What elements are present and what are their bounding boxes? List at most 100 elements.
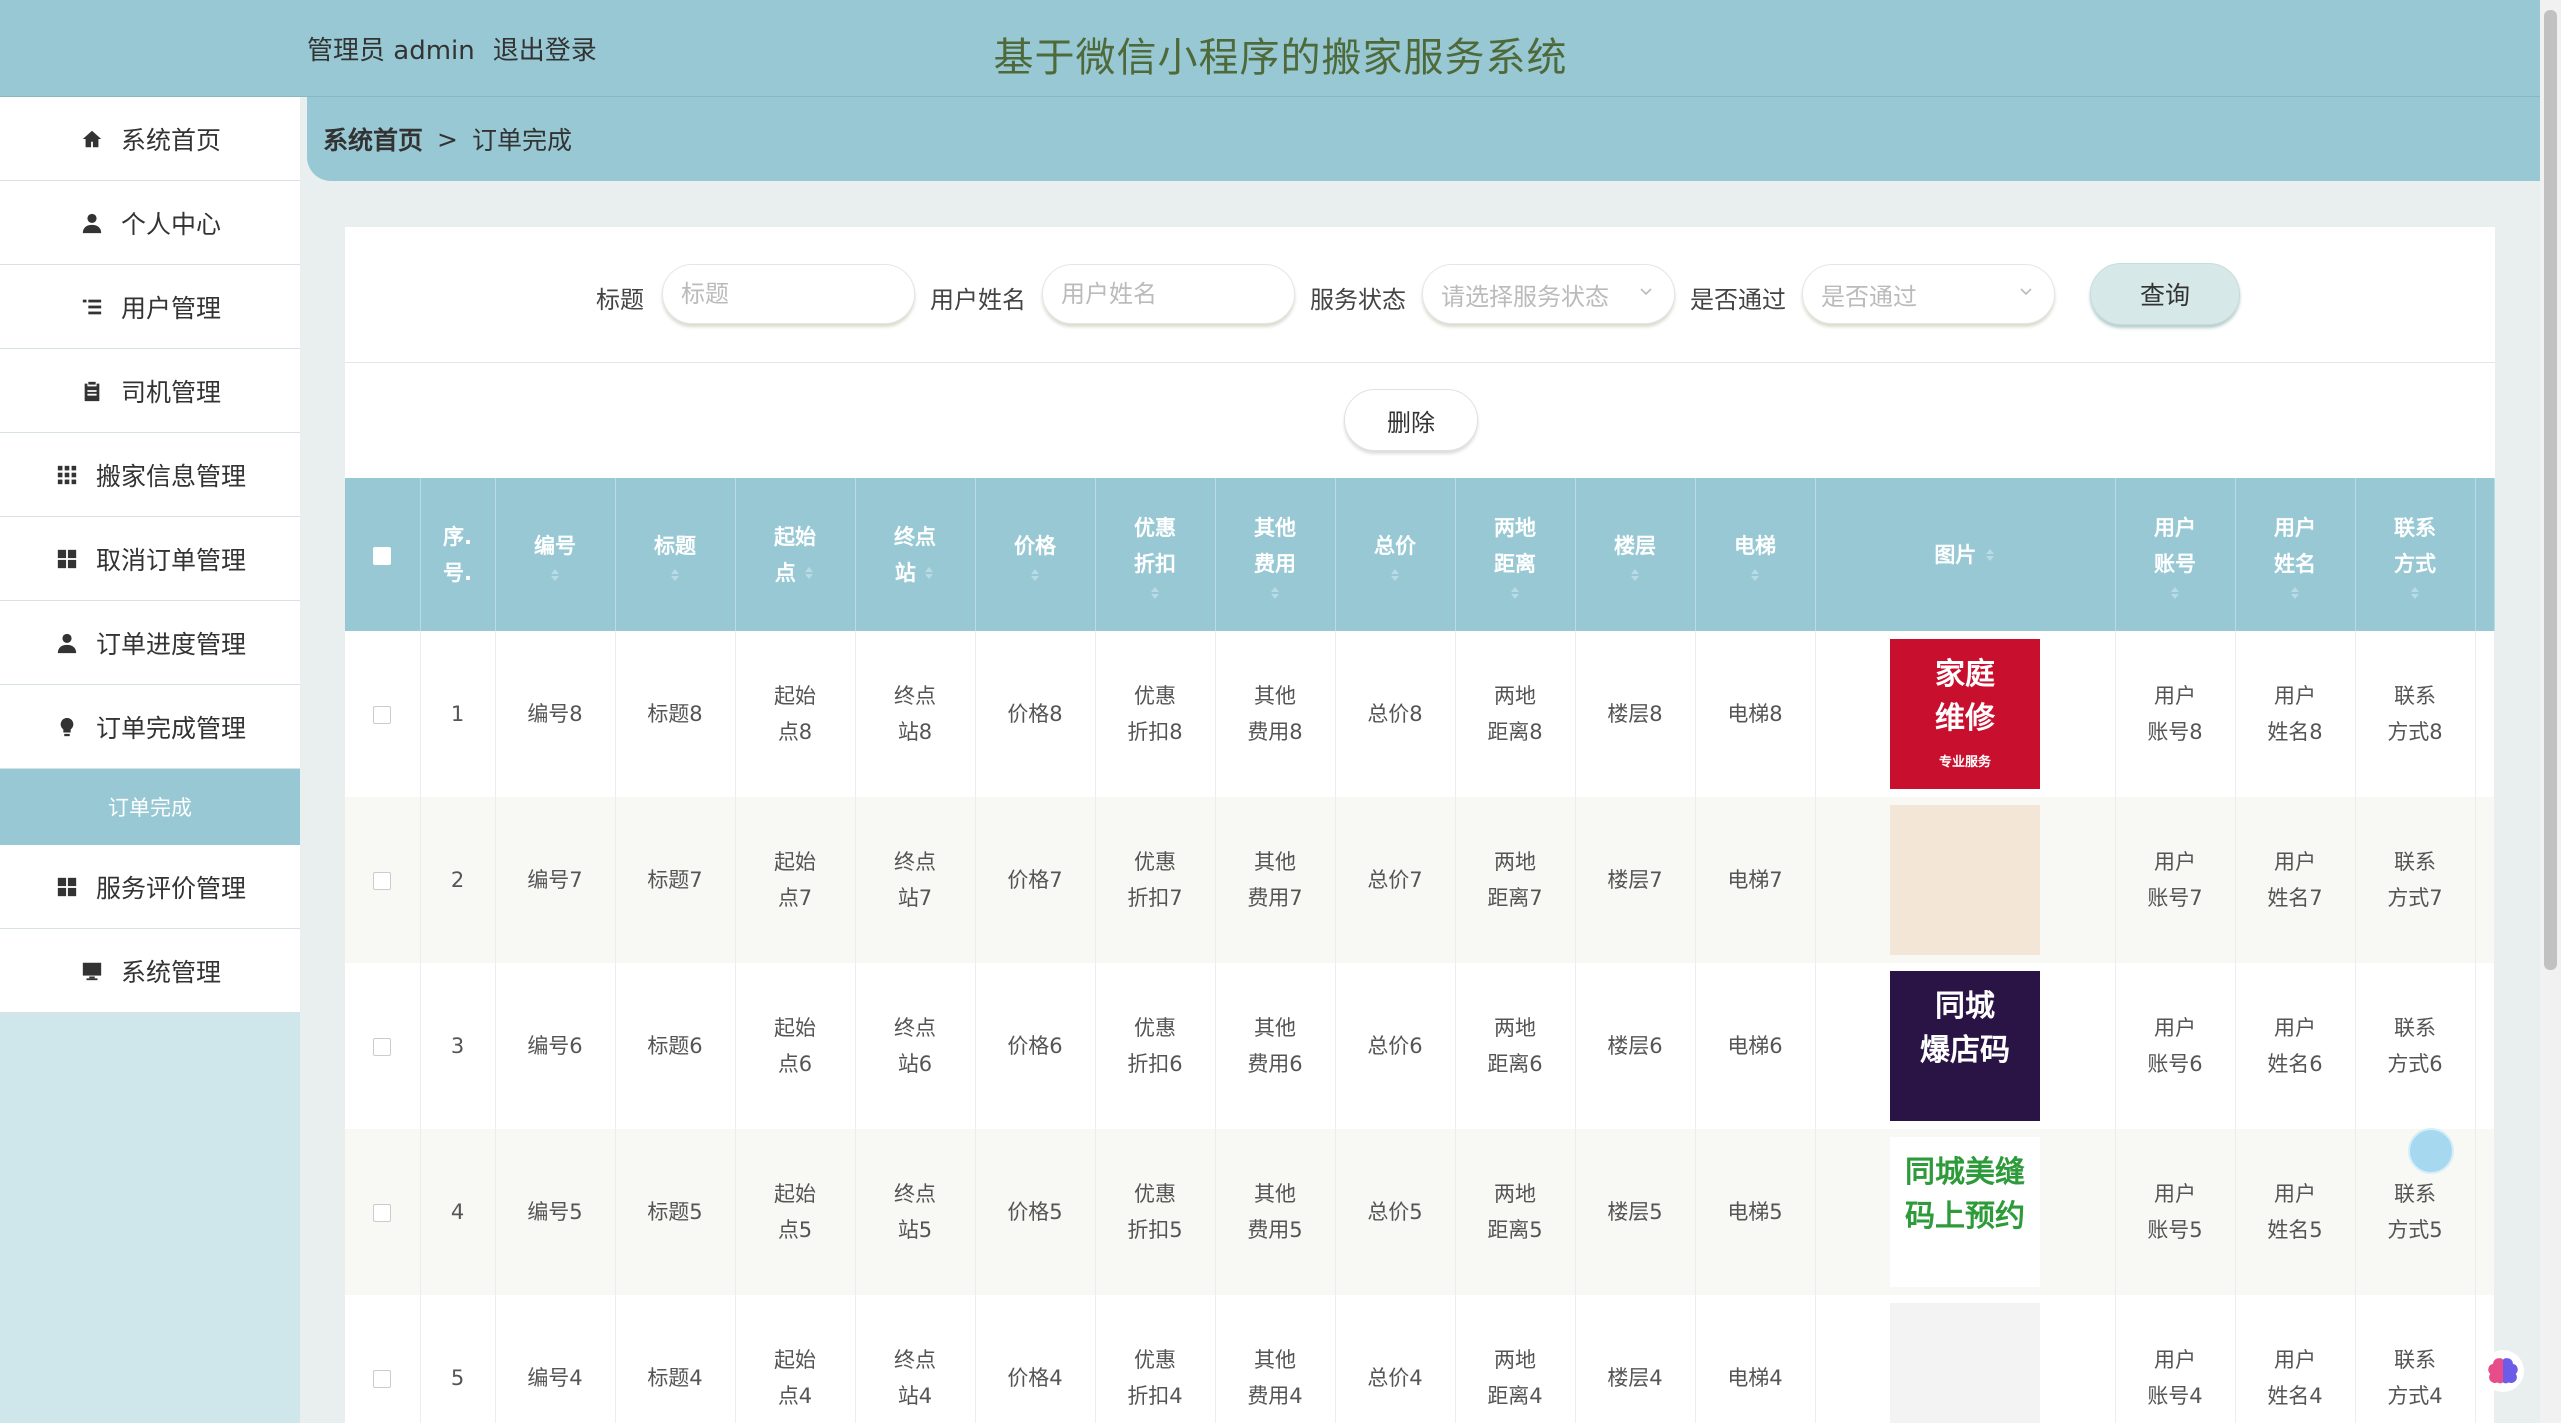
column-header[interactable]: 两地 距离 bbox=[1455, 478, 1576, 631]
sidebar-item-moving-info[interactable]: 搬家信息管理 bbox=[0, 433, 300, 517]
image-caption: 爆店码 bbox=[1920, 1033, 2010, 1068]
sidebar-item-system[interactable]: 系统管理 bbox=[0, 929, 300, 1013]
column-header[interactable]: 用户 姓名 bbox=[2235, 478, 2356, 631]
passed-select[interactable]: 是否通过 bbox=[1802, 264, 2055, 324]
cell-image: 同城美缝 码上预约 bbox=[1815, 1129, 2116, 1295]
image-caption: 同城 bbox=[1935, 989, 1995, 1024]
sidebar-item-label: 订单进度管理 bbox=[95, 629, 246, 659]
query-button[interactable]: 查询 bbox=[2090, 263, 2240, 325]
sort-icon[interactable] bbox=[1389, 568, 1401, 582]
brain-assistant-icon[interactable] bbox=[2482, 1350, 2524, 1392]
column-header[interactable]: 优惠 折扣 bbox=[1095, 478, 1216, 631]
floating-assist-button[interactable] bbox=[2408, 1128, 2454, 1174]
cell-account: 用户 账号5 bbox=[2115, 1129, 2236, 1295]
sort-icon[interactable] bbox=[803, 566, 815, 580]
cell-other-fee: 其他 费用6 bbox=[1215, 963, 1336, 1129]
cell-distance: 两地 距离8 bbox=[1455, 631, 1576, 797]
repair-ad-image[interactable]: 家庭 维修 专业服务 bbox=[1890, 639, 2040, 789]
sort-icon[interactable] bbox=[1749, 568, 1761, 582]
cell-discount: 优惠 折扣8 bbox=[1095, 631, 1216, 797]
sidebar-item-users[interactable]: 用户管理 bbox=[0, 265, 300, 349]
cell-code: 编号6 bbox=[495, 963, 616, 1129]
column-header[interactable]: 终点站 bbox=[855, 478, 976, 631]
select-all-checkbox[interactable] bbox=[373, 546, 392, 565]
sidebar-item-home[interactable]: 系统首页 bbox=[0, 97, 300, 181]
sort-icon[interactable] bbox=[1629, 568, 1641, 582]
sidebar-item-profile[interactable]: 个人中心 bbox=[0, 181, 300, 265]
store-code-image[interactable]: 同城 爆店码 bbox=[1890, 971, 2040, 1121]
sidebar-item-order-complete[interactable]: 订单完成管理 bbox=[0, 685, 300, 769]
cell-end: 终点 站8 bbox=[855, 631, 976, 797]
cell-elevator: 电梯8 bbox=[1695, 631, 1816, 797]
cell-image: 同城 爆店码 bbox=[1815, 963, 2116, 1129]
column-header[interactable]: 楼层 bbox=[1575, 478, 1696, 631]
sort-icon[interactable] bbox=[1509, 586, 1521, 600]
column-header[interactable]: 其他 费用 bbox=[1215, 478, 1336, 631]
row-index: 5 bbox=[420, 1295, 496, 1423]
row-checkbox[interactable] bbox=[373, 1204, 392, 1222]
image-caption: 码上预约 bbox=[1905, 1199, 2025, 1234]
sort-icon[interactable] bbox=[1984, 548, 1996, 562]
delete-button[interactable]: 删除 bbox=[1344, 389, 1478, 451]
cell-total: 总价4 bbox=[1335, 1295, 1456, 1423]
table-row[interactable]: 3 编号6 标题6 起始 点6 终点 站6 价格6 优惠 折扣6 其他 费用6 总价6 两地 距离6 楼层6 电… bbox=[345, 963, 2495, 1129]
column-header[interactable]: 图片 bbox=[1815, 478, 2116, 631]
cell-start: 起始 点6 bbox=[735, 963, 856, 1129]
column-header[interactable]: 联系 方式 bbox=[2355, 478, 2476, 631]
sidebar-item-order-progress[interactable]: 订单进度管理 bbox=[0, 601, 300, 685]
sort-icon[interactable] bbox=[2289, 586, 2301, 600]
breadcrumb-home[interactable]: 系统首页 bbox=[323, 121, 423, 157]
column-header[interactable]: 起始点 bbox=[735, 478, 856, 631]
cell-floor: 楼层6 bbox=[1575, 963, 1696, 1129]
delivery-truck-image[interactable] bbox=[1890, 1303, 2040, 1423]
column-header[interactable]: 价格 bbox=[975, 478, 1096, 631]
chevron-down-icon bbox=[2020, 288, 2032, 296]
sort-icon[interactable] bbox=[2169, 586, 2181, 600]
column-header[interactable]: 标题 bbox=[615, 478, 736, 631]
username-search-input[interactable] bbox=[1042, 264, 1295, 324]
table-row[interactable]: 2 编号7 标题7 起始 点7 终点 站7 价格7 优惠 折扣7 其他 费用7 总价7 两地 距离7 楼层7 电… bbox=[345, 797, 2495, 963]
cell-title: 标题4 bbox=[615, 1295, 736, 1423]
cell-contact: 联系 方式4 bbox=[2355, 1295, 2476, 1423]
sort-icon[interactable] bbox=[1149, 586, 1161, 600]
cell-image bbox=[1815, 797, 2116, 963]
title-search-input[interactable] bbox=[662, 264, 915, 324]
row-checkbox[interactable] bbox=[373, 1038, 392, 1056]
cell-account: 用户 账号7 bbox=[2115, 797, 2236, 963]
user-icon bbox=[54, 630, 80, 656]
cell-image: 家庭 维修 专业服务 bbox=[1815, 631, 2116, 797]
sidebar-item-drivers[interactable]: 司机管理 bbox=[0, 349, 300, 433]
row-checkbox[interactable] bbox=[373, 1370, 392, 1388]
sort-icon[interactable] bbox=[549, 568, 561, 582]
mover-worker-image[interactable] bbox=[1890, 805, 2040, 955]
cell-other-fee: 其他 费用8 bbox=[1215, 631, 1336, 797]
column-header[interactable]: 总价 bbox=[1335, 478, 1456, 631]
sidebar-item-cancel-orders[interactable]: 取消订单管理 bbox=[0, 517, 300, 601]
cell-code: 编号7 bbox=[495, 797, 616, 963]
table-row[interactable]: 4 编号5 标题5 起始 点5 终点 站5 价格5 优惠 折扣5 其他 费用5 总价5 两地 距离5 楼层5 电… bbox=[345, 1129, 2495, 1295]
column-header[interactable]: 电梯 bbox=[1695, 478, 1816, 631]
bulb-icon bbox=[54, 714, 80, 740]
clipboard-icon bbox=[79, 378, 105, 404]
cell-start: 起始 点8 bbox=[735, 631, 856, 797]
sort-icon[interactable] bbox=[669, 568, 681, 582]
page-scrollbar[interactable] bbox=[2540, 0, 2561, 1423]
sort-icon[interactable] bbox=[923, 566, 935, 580]
table-row[interactable]: 1 编号8 标题8 起始 点8 终点 站8 价格8 优惠 折扣8 其他 费用8 总价8 两地 距离8 楼层8 电… bbox=[345, 631, 2495, 797]
row-checkbox[interactable] bbox=[373, 706, 392, 724]
table-row[interactable]: 5 编号4 标题4 起始 点4 终点 站4 价格4 优惠 折扣4 其他 费用4 总价4 两地 距离4 楼层4 电… bbox=[345, 1295, 2495, 1423]
service-status-select[interactable]: 请选择服务状态 bbox=[1422, 264, 1675, 324]
sidebar-subitem-order-complete[interactable]: 订单完成 bbox=[0, 769, 300, 845]
column-header[interactable]: 用户 账号 bbox=[2115, 478, 2236, 631]
sort-icon[interactable] bbox=[2409, 586, 2421, 600]
sidebar-item-reviews[interactable]: 服务评价管理 bbox=[0, 845, 300, 929]
column-header-overflow bbox=[2475, 478, 2495, 631]
cell-other-fee: 其他 费用4 bbox=[1215, 1295, 1336, 1423]
tailor-ad-image[interactable]: 同城美缝 码上预约 bbox=[1890, 1137, 2040, 1287]
sort-icon[interactable] bbox=[1029, 568, 1041, 582]
sort-icon[interactable] bbox=[1269, 586, 1281, 600]
row-checkbox[interactable] bbox=[373, 872, 392, 890]
scrollbar-thumb[interactable] bbox=[2544, 10, 2557, 970]
cell-overflow bbox=[2475, 963, 2495, 1129]
column-header[interactable]: 编号 bbox=[495, 478, 616, 631]
